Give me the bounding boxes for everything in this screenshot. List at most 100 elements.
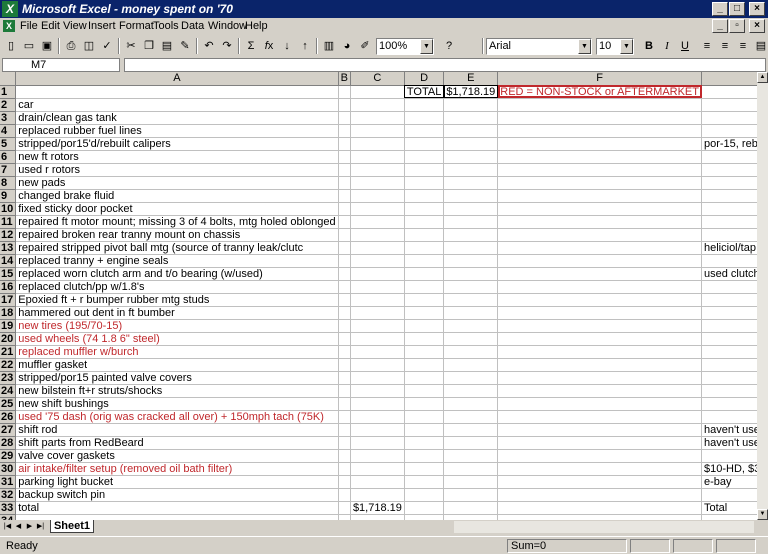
cell-d1[interactable]: TOTAL — [404, 85, 445, 99]
cell-e21[interactable] — [443, 345, 499, 359]
cell-e28[interactable] — [443, 436, 499, 450]
cell-a16[interactable]: replaced clutch/pp w/1.8's — [15, 280, 339, 294]
cell-d7[interactable] — [404, 163, 445, 177]
cell-c11[interactable] — [350, 215, 405, 229]
cell-e7[interactable] — [443, 163, 499, 177]
cell-d25[interactable] — [404, 397, 445, 411]
paste-icon[interactable]: ▤ — [158, 37, 176, 55]
doc-restore-button[interactable]: ▫ — [729, 19, 745, 33]
cell-b9[interactable] — [338, 189, 351, 203]
cell-d2[interactable] — [404, 98, 445, 112]
minimize-button[interactable]: _ — [712, 2, 728, 16]
cell-c33[interactable]: $1,718.19 — [350, 501, 405, 515]
cell-c23[interactable] — [350, 371, 405, 385]
cell-f8[interactable] — [497, 176, 702, 190]
cell-g7[interactable] — [701, 163, 757, 177]
cell-e20[interactable] — [443, 332, 499, 346]
cell-f15[interactable] — [497, 267, 702, 281]
column-header[interactable]: B — [338, 72, 351, 86]
cell-d26[interactable] — [404, 410, 445, 424]
cell-f10[interactable] — [497, 202, 702, 216]
menu-file[interactable]: File — [20, 20, 38, 32]
cell-d22[interactable] — [404, 358, 445, 372]
cell-d5[interactable] — [404, 137, 445, 151]
cell-f21[interactable] — [497, 345, 702, 359]
cell-b8[interactable] — [338, 176, 351, 190]
cell-a9[interactable]: changed brake fluid — [15, 189, 339, 203]
chevron-down-icon[interactable]: ▼ — [620, 39, 633, 54]
cell-c17[interactable] — [350, 293, 405, 307]
row-header[interactable]: 30 — [0, 462, 17, 476]
cell-e11[interactable] — [443, 215, 499, 229]
row-header[interactable]: 1 — [0, 85, 17, 99]
cell-b18[interactable] — [338, 306, 351, 320]
cell-f11[interactable] — [497, 215, 702, 229]
row-header[interactable]: 5 — [0, 137, 17, 151]
row-header[interactable]: 12 — [0, 228, 17, 242]
cell-d13[interactable] — [404, 241, 445, 255]
open-icon[interactable]: ▭ — [20, 37, 38, 55]
cell-a28[interactable]: shift parts from RedBeard — [15, 436, 339, 450]
row-header[interactable]: 33 — [0, 501, 17, 515]
cell-a17[interactable]: Epoxied ft + r bumper rubber mtg studs — [15, 293, 339, 307]
save-icon[interactable]: ▣ — [38, 37, 56, 55]
scroll-up-icon[interactable]: ▲ — [757, 72, 768, 83]
row-header[interactable]: 13 — [0, 241, 17, 255]
cell-e5[interactable] — [443, 137, 499, 151]
cell-c7[interactable] — [350, 163, 405, 177]
cell-f22[interactable] — [497, 358, 702, 372]
cell-f12[interactable] — [497, 228, 702, 242]
cell-f31[interactable] — [497, 475, 702, 489]
print-preview-icon[interactable]: ◫ — [80, 37, 98, 55]
cell-g33[interactable]: Total — [701, 501, 757, 515]
row-header[interactable]: 3 — [0, 111, 17, 125]
cell-d21[interactable] — [404, 345, 445, 359]
row-header[interactable]: 14 — [0, 254, 17, 268]
row-header[interactable]: 21 — [0, 345, 17, 359]
menu-help[interactable]: Help — [245, 20, 268, 32]
font-size-select[interactable]: 10 ▼ — [596, 38, 634, 55]
chevron-down-icon[interactable]: ▼ — [578, 39, 591, 54]
cell-f3[interactable] — [497, 111, 702, 125]
maximize-button[interactable]: □ — [729, 2, 745, 16]
cell-c22[interactable] — [350, 358, 405, 372]
cell-f13[interactable] — [497, 241, 702, 255]
cell-d11[interactable] — [404, 215, 445, 229]
cell-b24[interactable] — [338, 384, 351, 398]
cell-e16[interactable] — [443, 280, 499, 294]
cell-c30[interactable] — [350, 462, 405, 476]
spelling-icon[interactable]: ✓ — [98, 37, 116, 55]
cell-a6[interactable]: new ft rotors — [15, 150, 339, 164]
cell-g9[interactable] — [701, 189, 757, 203]
cell-a4[interactable]: replaced rubber fuel lines — [15, 124, 339, 138]
align-center-icon[interactable]: ≡ — [716, 37, 734, 55]
cell-c6[interactable] — [350, 150, 405, 164]
cell-g30[interactable]: $10-HD, $35-Fram — [701, 462, 757, 476]
cell-e29[interactable] — [443, 449, 499, 463]
vertical-scrollbar[interactable]: ▲ ▼ — [757, 72, 768, 520]
sheet-tab-sheet1[interactable]: Sheet1 — [50, 520, 94, 533]
bold-button[interactable]: B — [640, 37, 658, 55]
cell-g4[interactable] — [701, 124, 757, 138]
font-select[interactable]: Arial ▼ — [486, 38, 592, 55]
cell-b30[interactable] — [338, 462, 351, 476]
cell-f26[interactable] — [497, 410, 702, 424]
cell-e32[interactable] — [443, 488, 499, 502]
menu-insert[interactable]: Insert — [88, 20, 116, 32]
menu-data[interactable]: Data — [181, 20, 204, 32]
cell-a10[interactable]: fixed sticky door pocket — [15, 202, 339, 216]
drawing-icon[interactable]: ✐ — [356, 37, 374, 55]
cell-g14[interactable] — [701, 254, 757, 268]
cell-f19[interactable] — [497, 319, 702, 333]
cell-f1[interactable]: RED = NON-STOCK or AFTERMARKET — [497, 85, 702, 99]
cell-b26[interactable] — [338, 410, 351, 424]
cell-a5[interactable]: stripped/por15'd/rebuilt calipers — [15, 137, 339, 151]
cell-a29[interactable]: valve cover gaskets — [15, 449, 339, 463]
cell-g21[interactable] — [701, 345, 757, 359]
cell-b28[interactable] — [338, 436, 351, 450]
cell-a15[interactable]: replaced worn clutch arm and t/o bearing… — [15, 267, 339, 281]
cell-a22[interactable]: muffler gasket — [15, 358, 339, 372]
cell-c3[interactable] — [350, 111, 405, 125]
cell-e27[interactable] — [443, 423, 499, 437]
cell-c1[interactable] — [350, 85, 405, 99]
